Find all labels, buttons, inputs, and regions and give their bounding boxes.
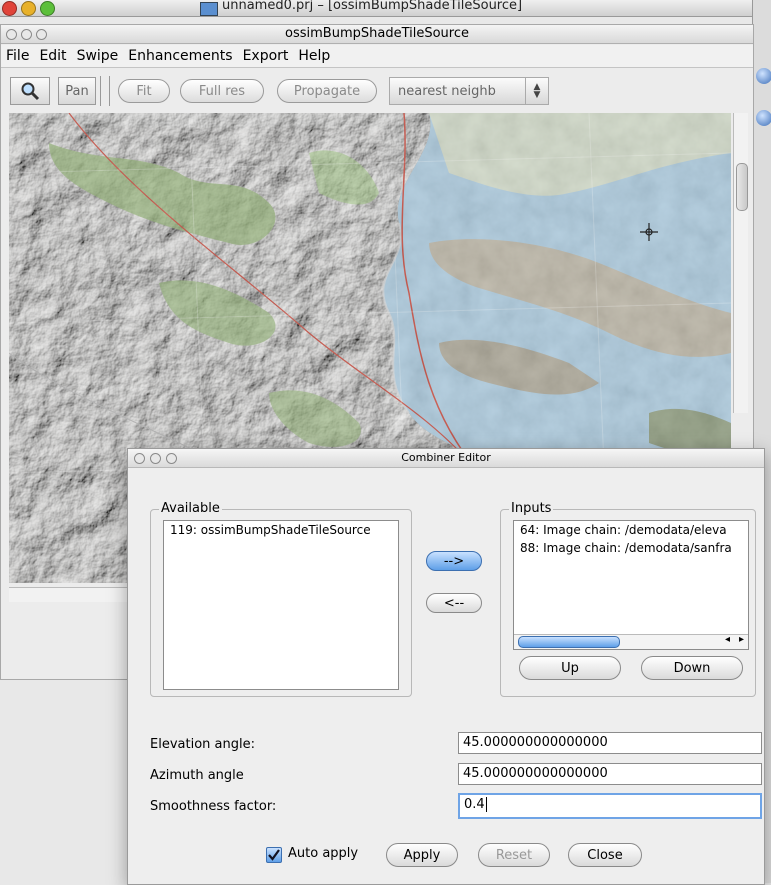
reset-button[interactable]: Reset bbox=[478, 843, 550, 867]
outer-window-titlebar: unnamed0.prj – [ossimBumpShadeTileSource… bbox=[0, 0, 752, 17]
auto-apply-label: Auto apply bbox=[288, 846, 359, 861]
checkmark-icon bbox=[268, 849, 280, 861]
smoothness-factor-label: Smoothness factor: bbox=[150, 799, 277, 814]
scroll-right-arrow-icon[interactable]: ▸ bbox=[739, 634, 744, 645]
dialog-title: Combiner Editor bbox=[401, 451, 491, 464]
text-cursor bbox=[485, 797, 487, 812]
pan-button[interactable]: Pan bbox=[58, 77, 96, 105]
vertical-scroll-thumb[interactable] bbox=[736, 163, 748, 211]
map-vertical-scrollbar[interactable] bbox=[733, 113, 748, 413]
available-list[interactable]: 119: ossimBumpShadeTileSource bbox=[163, 520, 399, 690]
remove-input-button[interactable]: <-- bbox=[426, 593, 482, 613]
propagate-button[interactable]: Propagate bbox=[277, 79, 377, 103]
image-window-title: ossimBumpShadeTileSource bbox=[285, 26, 469, 41]
outer-window-title: unnamed0.prj – [ossimBumpShadeTileSource… bbox=[222, 0, 523, 13]
smoothness-factor-value: 0.4 bbox=[464, 797, 485, 812]
menu-edit[interactable]: Edit bbox=[34, 48, 71, 64]
horizontal-scroll-thumb[interactable] bbox=[518, 636, 620, 648]
available-label: Available bbox=[159, 501, 222, 516]
available-list-item[interactable]: 119: ossimBumpShadeTileSource bbox=[164, 521, 398, 539]
menu-export[interactable]: Export bbox=[238, 48, 294, 64]
smoothness-factor-field[interactable]: 0.4 bbox=[458, 793, 762, 819]
toolbar: Pan Fit Full res Propagate nearest neigh… bbox=[1, 71, 753, 111]
move-up-button[interactable]: Up bbox=[519, 656, 621, 680]
magnifier-icon bbox=[21, 82, 40, 101]
available-group: Available 119: ossimBumpShadeTileSource bbox=[150, 501, 412, 697]
inputs-list-item[interactable]: 88: Image chain: /demodata/sanfra bbox=[514, 539, 748, 557]
updown-arrows-icon: ▲ ▼ bbox=[525, 78, 548, 104]
menu-help[interactable]: Help bbox=[293, 48, 335, 64]
inputs-list[interactable]: 64: Image chain: /demodata/eleva 88: Ima… bbox=[513, 520, 749, 650]
azimuth-angle-label: Azimuth angle bbox=[150, 768, 244, 783]
zoom-button[interactable] bbox=[10, 77, 50, 105]
azimuth-angle-field[interactable]: 45.000000000000000 bbox=[458, 763, 762, 785]
toolbar-separator bbox=[100, 76, 110, 106]
scroll-left-arrow-icon[interactable]: ◂ bbox=[725, 634, 730, 645]
inputs-group: Inputs 64: Image chain: /demodata/eleva … bbox=[500, 501, 756, 697]
full-res-button[interactable]: Full res bbox=[180, 79, 264, 103]
elevation-angle-field[interactable]: 45.000000000000000 bbox=[458, 732, 762, 754]
zoom-window-button[interactable] bbox=[40, 1, 55, 16]
elevation-angle-label: Elevation angle: bbox=[150, 737, 255, 752]
fit-button[interactable]: Fit bbox=[118, 79, 170, 103]
inputs-list-item[interactable]: 64: Image chain: /demodata/eleva bbox=[514, 521, 748, 539]
resampler-select[interactable]: nearest neighb ▲ ▼ bbox=[389, 77, 549, 105]
add-input-button[interactable]: --> bbox=[426, 551, 482, 571]
dialog-titlebar: Combiner Editor bbox=[128, 449, 764, 468]
inputs-horizontal-scrollbar[interactable]: ◂ ▸ bbox=[514, 634, 748, 649]
combiner-editor-dialog: Combiner Editor Available 119: ossimBump… bbox=[127, 448, 765, 885]
globe-icon[interactable] bbox=[756, 110, 771, 126]
auto-apply-checkbox[interactable] bbox=[266, 847, 282, 863]
menubar: File Edit Swipe Enhancements Export Help bbox=[1, 45, 753, 68]
globe-icon[interactable] bbox=[756, 68, 771, 84]
close-button[interactable]: Close bbox=[568, 843, 642, 867]
menu-enhancements[interactable]: Enhancements bbox=[123, 48, 237, 64]
inputs-label: Inputs bbox=[509, 501, 554, 516]
close-window-button[interactable] bbox=[2, 1, 17, 16]
apply-button[interactable]: Apply bbox=[386, 843, 458, 867]
menu-swipe[interactable]: Swipe bbox=[72, 48, 124, 64]
project-icon bbox=[200, 2, 218, 16]
move-down-button[interactable]: Down bbox=[641, 656, 743, 680]
minimize-window-button[interactable] bbox=[21, 1, 36, 16]
image-window-titlebar: ossimBumpShadeTileSource bbox=[1, 25, 753, 44]
menu-file[interactable]: File bbox=[1, 48, 34, 64]
resampler-value: nearest neighb bbox=[398, 83, 496, 99]
